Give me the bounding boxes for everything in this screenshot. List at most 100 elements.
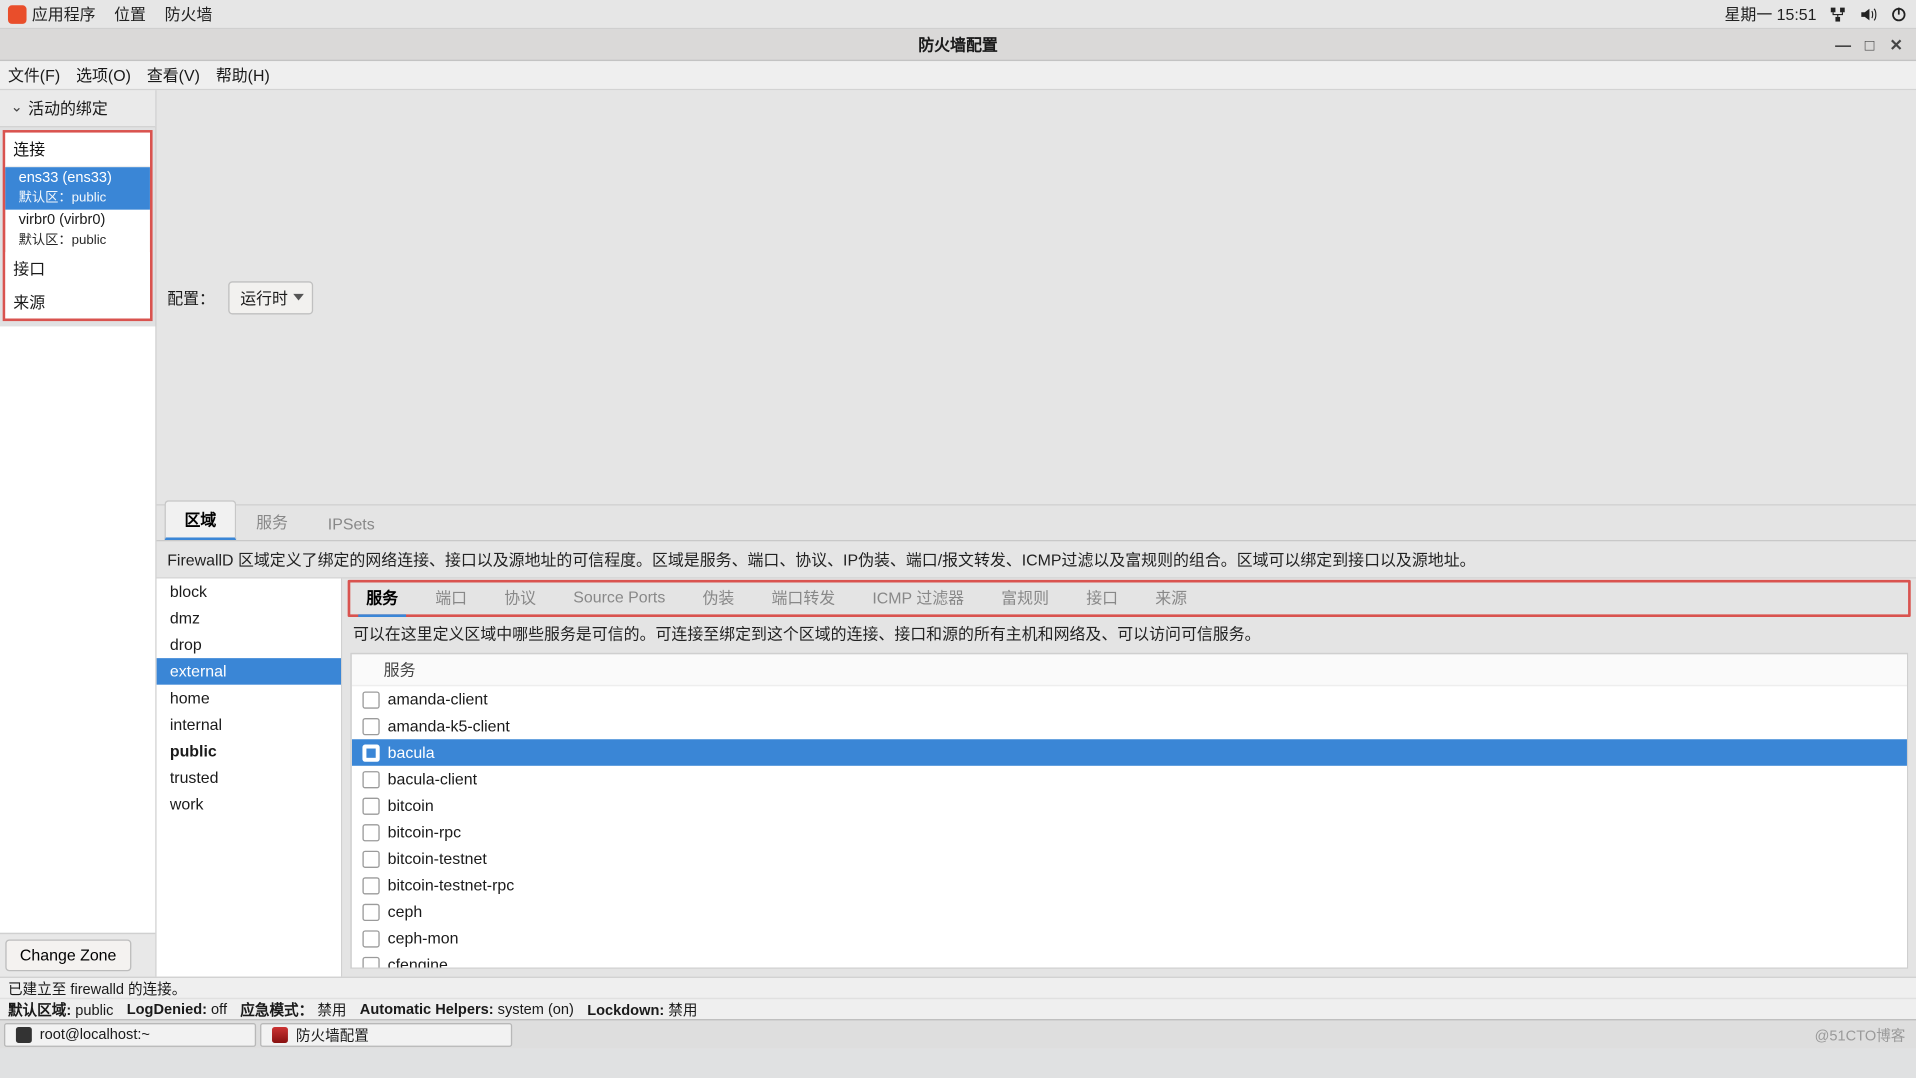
sidebar-section-sources: 来源 bbox=[5, 285, 150, 318]
status-helpers-key: Automatic Helpers: bbox=[360, 1001, 494, 1017]
menu-file[interactable]: 文件(F) bbox=[8, 64, 60, 87]
main-tab[interactable]: 区域 bbox=[165, 500, 237, 540]
service-checkbox[interactable] bbox=[362, 903, 379, 920]
service-checkbox[interactable] bbox=[362, 717, 379, 734]
taskbar-task-label: root@localhost:~ bbox=[40, 1026, 150, 1042]
service-label: cfengine bbox=[387, 955, 447, 968]
zone-item[interactable]: drop bbox=[157, 632, 341, 659]
service-row[interactable]: bacula-client bbox=[352, 766, 1907, 793]
sysbar-item-places[interactable]: 位置 bbox=[114, 3, 146, 26]
zone-config-tabbar: 服务端口协议 Source Ports 伪装端口转发 ICMP 过滤器富规则接口来源 bbox=[348, 580, 1911, 617]
window-close-button[interactable]: ✕ bbox=[1887, 35, 1906, 54]
menu-options[interactable]: 选项(O) bbox=[76, 64, 131, 87]
main-tab[interactable]: IPSets bbox=[308, 507, 395, 540]
statusbar-details: 默认区域: public LogDenied: off 应急模式： 禁用 Aut… bbox=[0, 998, 1916, 1019]
zone-config-tab[interactable]: Source Ports bbox=[565, 583, 673, 615]
zone-config-tab[interactable]: 协议 bbox=[496, 581, 544, 617]
zone-config-tab[interactable]: 接口 bbox=[1078, 581, 1126, 617]
zone-description: FirewallD 区域定义了绑定的网络连接、接口以及源地址的可信程度。区域是服… bbox=[157, 541, 1916, 578]
service-label: amanda-k5-client bbox=[387, 717, 509, 736]
service-checkbox[interactable] bbox=[362, 850, 379, 867]
zone-item[interactable]: work bbox=[157, 791, 341, 818]
zone-config-tab[interactable]: 富规则 bbox=[993, 581, 1057, 617]
zone-item[interactable]: public bbox=[157, 738, 341, 765]
sysbar-item-firewall[interactable]: 防火墙 bbox=[165, 3, 213, 26]
zone-config-tab[interactable]: ICMP 过滤器 bbox=[864, 581, 972, 617]
sidebar-connection[interactable]: ens33 (ens33)默认区：public bbox=[5, 167, 150, 209]
service-checkbox[interactable] bbox=[362, 823, 379, 840]
status-lockdown-key: Lockdown: bbox=[587, 1002, 664, 1018]
zone-item[interactable]: internal bbox=[157, 711, 341, 738]
window-titlebar: 防火墙配置 — □ ✕ bbox=[0, 29, 1916, 61]
volume-icon[interactable] bbox=[1858, 4, 1878, 24]
taskbar-task-label: 防火墙配置 bbox=[296, 1024, 369, 1045]
service-row[interactable]: amanda-k5-client bbox=[352, 713, 1907, 740]
service-label: bacula bbox=[387, 743, 434, 762]
service-row[interactable]: bitcoin-rpc bbox=[352, 819, 1907, 846]
status-emergency-val: 禁用 bbox=[317, 1002, 346, 1018]
services-list[interactable]: 服务 amanda-client amanda-k5-client bacula ba… bbox=[350, 653, 1908, 969]
service-checkbox[interactable] bbox=[362, 929, 379, 946]
sidebar-section-interfaces: 接口 bbox=[5, 252, 150, 285]
service-checkbox[interactable] bbox=[362, 770, 379, 787]
service-label: ceph bbox=[387, 902, 422, 921]
service-checkbox[interactable] bbox=[362, 691, 379, 708]
service-checkbox[interactable] bbox=[362, 876, 379, 893]
sidebar-connection[interactable]: virbr0 (virbr0)默认区：public bbox=[5, 210, 150, 252]
network-icon[interactable] bbox=[1827, 4, 1847, 24]
terminal-icon bbox=[16, 1026, 32, 1042]
service-row[interactable]: bitcoin bbox=[352, 792, 1907, 819]
sidebar-expander[interactable]: ⌄ 活动的绑定 bbox=[0, 90, 155, 127]
service-row[interactable]: bacula bbox=[352, 739, 1907, 766]
menu-view[interactable]: 查看(V) bbox=[147, 64, 200, 87]
status-logdenied-val: off bbox=[211, 1001, 227, 1017]
main-tab[interactable]: 服务 bbox=[236, 503, 308, 540]
taskbar-task[interactable]: root@localhost:~ bbox=[4, 1022, 256, 1046]
change-zone-button[interactable]: Change Zone bbox=[5, 939, 131, 971]
activities-icon[interactable] bbox=[8, 5, 27, 24]
zone-config-tab[interactable]: 端口转发 bbox=[764, 581, 844, 617]
service-checkbox[interactable] bbox=[362, 797, 379, 814]
zone-item[interactable]: trusted bbox=[157, 764, 341, 791]
service-row[interactable]: ceph-mon bbox=[352, 925, 1907, 952]
zone-config-tab[interactable]: 来源 bbox=[1147, 581, 1195, 617]
service-row[interactable]: amanda-client bbox=[352, 686, 1907, 713]
status-default-zone-key: 默认区域: bbox=[8, 1002, 71, 1018]
zone-item[interactable]: external bbox=[157, 658, 341, 685]
services-column-header: 服务 bbox=[352, 654, 1907, 686]
service-row[interactable]: ceph bbox=[352, 898, 1907, 925]
config-label: 配置： bbox=[167, 286, 215, 309]
connection-subtext: 默认区：public bbox=[19, 186, 142, 206]
service-checkbox[interactable] bbox=[362, 744, 379, 761]
service-row[interactable]: cfengine bbox=[352, 951, 1907, 968]
service-label: bitcoin bbox=[387, 796, 433, 815]
menu-help[interactable]: 帮助(H) bbox=[216, 64, 270, 87]
sidebar-section-connections: 连接 bbox=[5, 133, 150, 167]
connection-name: virbr0 (virbr0) bbox=[19, 212, 142, 228]
sidebar-expander-label: 活动的绑定 bbox=[28, 97, 108, 120]
zone-item[interactable]: block bbox=[157, 579, 341, 606]
status-helpers-val: system (on) bbox=[498, 1001, 574, 1017]
zone-item[interactable]: dmz bbox=[157, 605, 341, 632]
zone-config-tab[interactable]: 服务 bbox=[358, 581, 406, 617]
window-minimize-button[interactable]: — bbox=[1834, 35, 1853, 54]
window-maximize-button[interactable]: □ bbox=[1860, 35, 1879, 54]
service-row[interactable]: bitcoin-testnet bbox=[352, 845, 1907, 872]
taskbar-task[interactable]: 防火墙配置 bbox=[260, 1022, 512, 1046]
service-row[interactable]: bitcoin-testnet-rpc bbox=[352, 872, 1907, 899]
chevron-down-icon: ⌄ bbox=[11, 98, 23, 115]
connection-name: ens33 (ens33) bbox=[19, 170, 142, 186]
service-label: bitcoin-rpc bbox=[387, 823, 460, 842]
zone-config-tab[interactable]: 端口 bbox=[427, 581, 475, 617]
service-checkbox[interactable] bbox=[362, 956, 379, 969]
config-dropdown[interactable]: 运行时 bbox=[228, 281, 313, 314]
service-label: amanda-client bbox=[387, 690, 487, 709]
config-dropdown-value: 运行时 bbox=[240, 289, 288, 308]
zone-item[interactable]: home bbox=[157, 685, 341, 712]
sysbar-item-apps[interactable]: 应用程序 bbox=[32, 3, 96, 26]
zone-config-tab[interactable]: 伪装 bbox=[695, 581, 743, 617]
zone-list[interactable]: blockdmzdropexternalhomeinternalpublictr… bbox=[157, 579, 343, 977]
taskbar: root@localhost:~防火墙配置 @51CTO博客 bbox=[0, 1019, 1916, 1048]
window-title: 防火墙配置 bbox=[918, 33, 998, 56]
power-icon[interactable] bbox=[1888, 4, 1908, 24]
